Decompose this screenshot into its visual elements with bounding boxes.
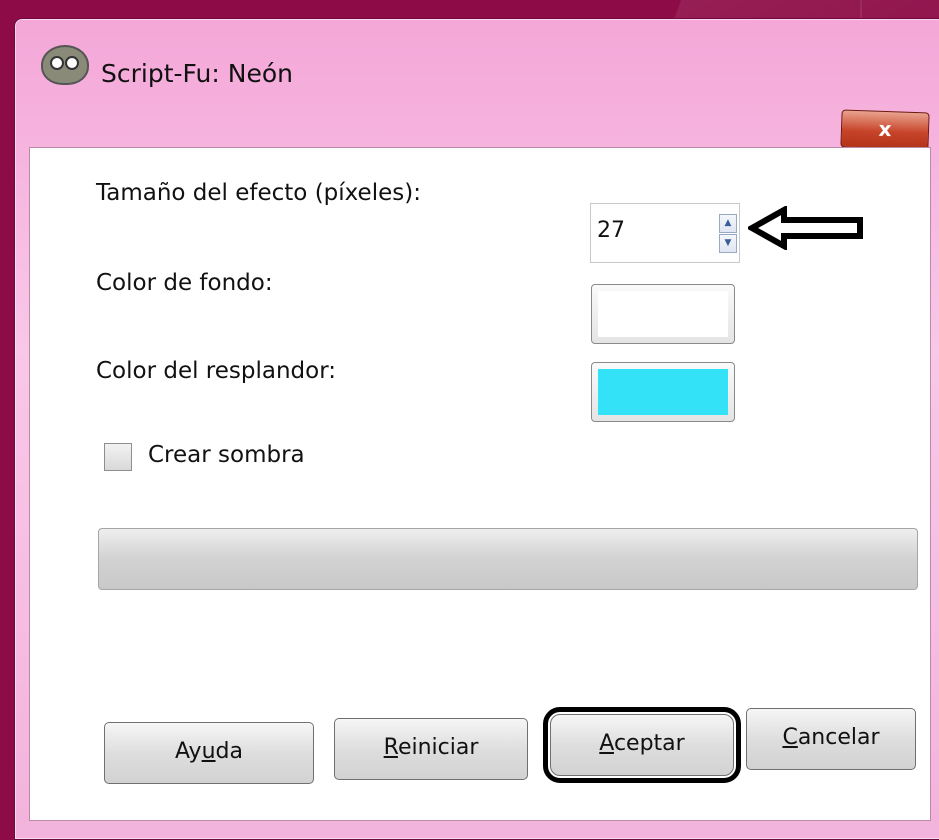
reset-button[interactable]: Reiniciar [334, 718, 528, 780]
cancel-label-key: C [782, 725, 798, 750]
accept-label-key: A [599, 731, 614, 756]
help-label-post: da [215, 739, 243, 764]
accept-button[interactable]: Aceptar [543, 707, 741, 783]
accept-label-post: ceptar [613, 731, 685, 756]
reset-label-key: R [383, 735, 398, 760]
create-shadow-checkbox[interactable] [104, 443, 132, 471]
help-button[interactable]: Ayuda [104, 722, 314, 784]
effect-size-spinbox[interactable]: 27 ▲ ▼ [590, 203, 740, 263]
glow-color-button[interactable] [591, 362, 735, 422]
reset-label-post: einiciar [397, 735, 479, 760]
dialog-window: Script-Fu: Neón x Tamaño del efecto (píx… [14, 18, 939, 840]
glow-color-swatch [598, 369, 728, 415]
help-label-key: u [201, 739, 216, 764]
window-title: Script-Fu: Neón [101, 59, 293, 88]
cancel-label-post: ancelar [797, 725, 880, 750]
progress-bar [98, 528, 918, 590]
create-shadow-label[interactable]: Crear sombra [148, 442, 305, 468]
background-color-swatch [598, 291, 728, 337]
spin-down-icon[interactable]: ▼ [719, 234, 737, 253]
dialog-content: Tamaño del efecto (píxeles): 27 ▲ ▼ Colo… [29, 147, 931, 821]
help-label-pre: Ay [175, 739, 202, 764]
effect-size-label: Tamaño del efecto (píxeles): [96, 180, 421, 206]
arrow-left-icon [748, 206, 863, 250]
close-icon: x [878, 116, 892, 142]
title-bar[interactable]: Script-Fu: Neón [15, 19, 939, 111]
close-button[interactable]: x [840, 109, 930, 151]
glow-color-label: Color del resplandor: [96, 358, 337, 384]
cancel-button[interactable]: Cancelar [746, 708, 916, 770]
effect-size-value[interactable]: 27 [597, 218, 625, 243]
background-color-button[interactable] [591, 284, 735, 344]
gimp-icon [41, 45, 89, 85]
background-color-label: Color de fondo: [96, 270, 273, 296]
spin-up-icon[interactable]: ▲ [719, 214, 737, 233]
